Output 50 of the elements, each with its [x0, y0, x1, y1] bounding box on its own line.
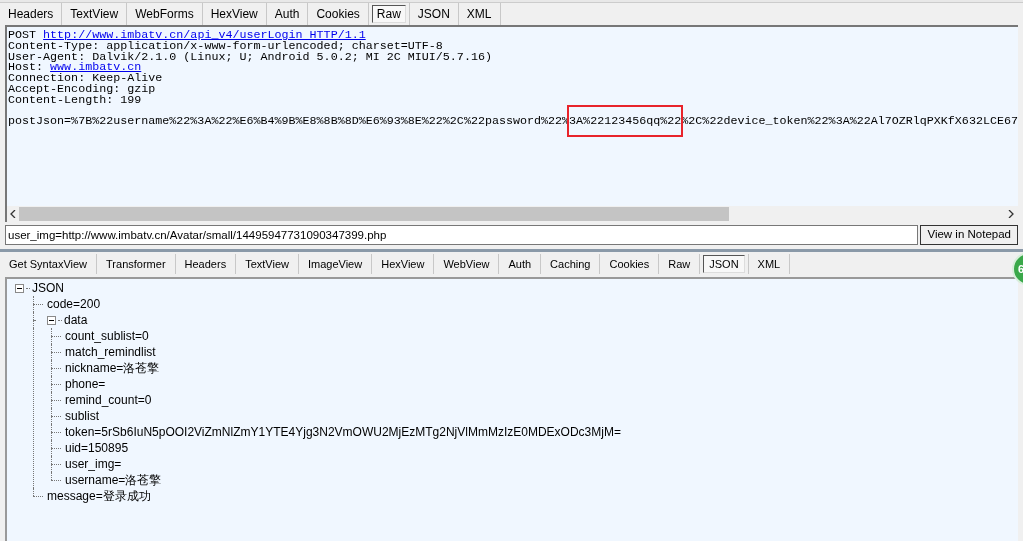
tree-node-label[interactable]: code=200 [47, 296, 101, 312]
tab[interactable]: Caching [544, 255, 597, 273]
tab[interactable]: Auth [502, 255, 538, 273]
tab[interactable]: TextView [239, 255, 295, 273]
tree-node-label[interactable]: message=登录成功 [47, 488, 151, 504]
scrollbar-thumb[interactable] [19, 207, 729, 221]
tab[interactable]: TextView [65, 5, 124, 23]
header-line: User-Agent: Dalvik/2.1.0 (Linux; U; Android 5.0.2; MI 2C MIUI/5.7.16) [8, 51, 493, 63]
tree-node-label[interactable]: match_remindlist [65, 344, 156, 360]
tab[interactable]: HexView [205, 5, 263, 23]
tab[interactable]: Raw [662, 255, 697, 273]
collapse-icon[interactable] [15, 283, 24, 293]
tree-node-label[interactable]: token=5rSb6IuN5pOOI2ViZmNlZmY1YTE4Yjg3N2VmOWU2MjEzMTg2NjVlMmMzIzE0MDExODc3MjM= [65, 424, 621, 440]
tree-node-label[interactable]: sublist [65, 408, 99, 424]
tree-node-label[interactable]: user_img= [65, 456, 122, 472]
header-line: Content-Length: 199 [8, 94, 142, 106]
tab[interactable]: Headers [3, 5, 59, 23]
tab[interactable]: XML [461, 5, 497, 23]
tree-node-label[interactable]: remind_count=0 [65, 392, 152, 408]
tree-node-label[interactable]: JSON [32, 280, 64, 296]
collapse-icon[interactable] [47, 315, 56, 325]
tab[interactable]: Transformer [100, 255, 172, 273]
tab[interactable]: Get SyntaxView [3, 255, 94, 273]
host-link[interactable]: www.imbatv.cn [50, 62, 142, 74]
request-url-link[interactable]: http://www.imbatv.cn/api_v4/userLogin HTTP/1.1 [43, 28, 366, 42]
tab[interactable]: Raw [371, 5, 406, 23]
tab[interactable]: Auth [269, 5, 305, 23]
request-line: POST http://www.imbatv.cn/api_v4/userLogin HTTP/1.1 [8, 30, 366, 41]
tab[interactable]: HexView [375, 255, 431, 273]
tree-node-label[interactable]: nickname=洛苍擎 [65, 360, 160, 376]
tree-node-label[interactable]: count_sublist=0 [65, 328, 149, 344]
tree-node-label[interactable]: data [64, 312, 88, 328]
tab[interactable]: Headers [178, 255, 233, 273]
header-line: Connection: Keep-Alive [8, 73, 164, 84]
tab[interactable]: XML [751, 255, 787, 273]
tab[interactable]: ImageView [301, 255, 369, 273]
view-in-notepad-button[interactable]: View in Notepad [920, 225, 1018, 245]
tree-node-label[interactable]: phone= [65, 376, 106, 392]
tab[interactable]: WebView [437, 255, 496, 273]
tree-node-label[interactable]: username=洛苍擎 [65, 472, 162, 488]
tab[interactable]: Cookies [311, 5, 365, 23]
selected-value-field[interactable]: user_img=http://www.imbatv.cn/Avatar/small/14495947731090347399.php [5, 225, 919, 245]
header-name: Host: [8, 62, 44, 74]
header-line: Content-Type: application/x-www-form-urlencoded; charset=UTF-8 [8, 40, 443, 52]
tab[interactable]: JSON [412, 5, 455, 23]
tab[interactable]: Cookies [603, 255, 656, 273]
header-line: Accept-Encoding: gzip [8, 84, 156, 95]
tab[interactable]: JSON [703, 255, 745, 273]
tab[interactable]: WebForms [130, 5, 199, 23]
tree-node-label[interactable]: uid=150895 [65, 440, 129, 456]
